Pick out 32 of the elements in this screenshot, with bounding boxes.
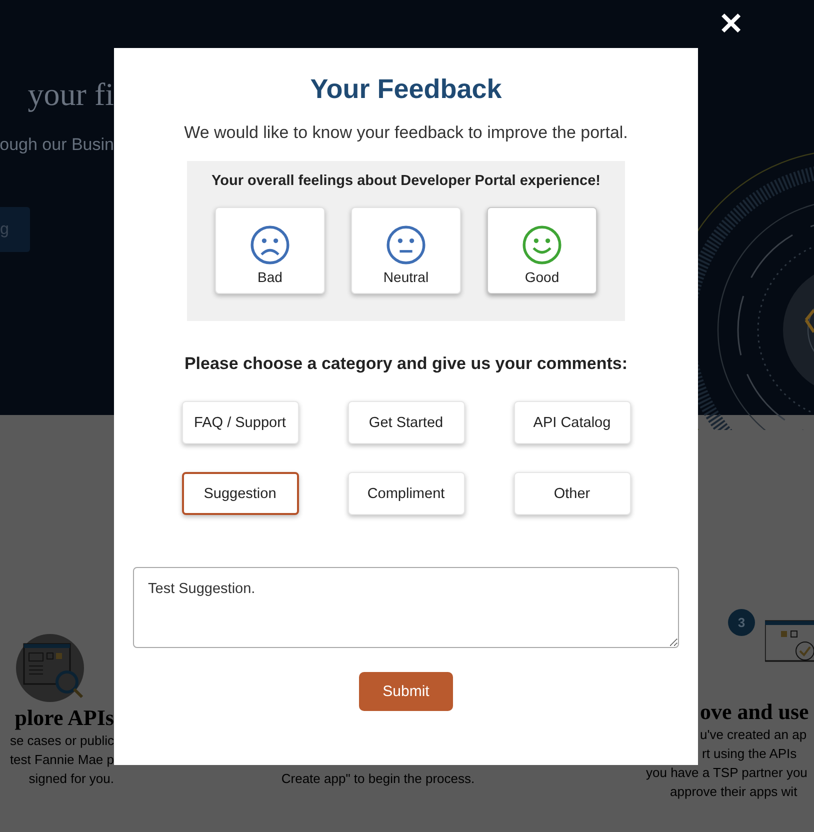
category-button[interactable]: API Catalog bbox=[514, 401, 630, 444]
dialog-title: Your Feedback bbox=[310, 74, 502, 105]
comment-field[interactable]: Test Suggestion. bbox=[133, 567, 679, 648]
category-button[interactable]: FAQ / Support bbox=[182, 401, 298, 444]
sad-face-icon bbox=[250, 225, 290, 265]
card-text: approve their apps wit bbox=[670, 783, 798, 801]
card-text: you have a TSP partner you bbox=[646, 764, 808, 782]
category-heading: Please choose a category and give us your comments: bbox=[184, 354, 628, 374]
submit-button[interactable]: Submit bbox=[359, 672, 453, 711]
category-button[interactable]: Get Started bbox=[348, 401, 464, 444]
card-text: test Fannie Mae p bbox=[10, 751, 114, 769]
card-text: u've created an ap bbox=[700, 726, 807, 744]
smiley-face-icon bbox=[522, 225, 562, 265]
card-text: rt using the APIs bbox=[702, 745, 797, 763]
feeling-option[interactable]: Bad bbox=[215, 207, 325, 294]
step-badge: 3 bbox=[728, 609, 755, 636]
category-button[interactable]: Other bbox=[514, 472, 630, 515]
feeling-option[interactable]: Good bbox=[487, 207, 597, 294]
card-text: signed for you. bbox=[28, 770, 114, 788]
feeling-option[interactable]: Neutral bbox=[351, 207, 461, 294]
card-text: Create app" to begin the process. bbox=[281, 770, 475, 788]
category-button[interactable]: Compliment bbox=[348, 472, 464, 515]
close-button[interactable]: ✕ bbox=[718, 10, 744, 40]
hero-text: ough our Busin bbox=[0, 135, 114, 155]
card-title: plore APIs bbox=[14, 705, 114, 731]
feelings-heading: Your overall feelings about Developer Portal experience! bbox=[212, 173, 600, 189]
category-button[interactable]: Suggestion bbox=[182, 472, 298, 515]
dialog-subtitle: We would like to know your feedback to improve the portal. bbox=[184, 123, 628, 143]
neutral-face-icon bbox=[386, 225, 426, 265]
hero-heading: your fi bbox=[28, 76, 114, 113]
card-title: ove and use bbox=[700, 699, 809, 725]
card-text: se cases or public bbox=[10, 732, 114, 750]
